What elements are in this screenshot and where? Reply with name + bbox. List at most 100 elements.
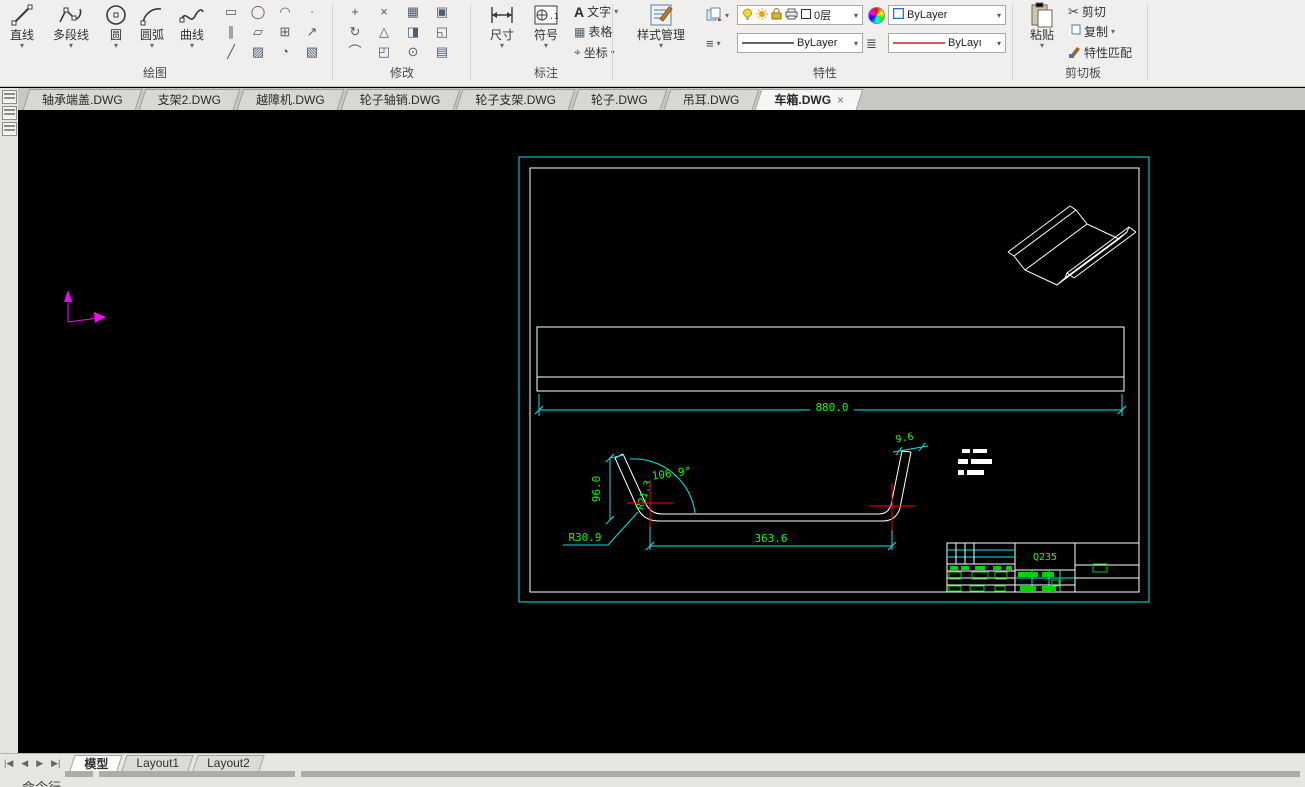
side-toolbar-icon-1[interactable] xyxy=(2,90,17,104)
text-icon: A xyxy=(574,3,585,20)
erase-icon[interactable]: ⊙ xyxy=(400,42,426,61)
array-icon[interactable]: ▦ xyxy=(400,2,426,21)
trim-icon[interactable]: × xyxy=(371,2,397,21)
tech-note-marks xyxy=(958,449,992,475)
line-tool-button[interactable]: 直线 ▾ xyxy=(4,0,40,62)
drawing-canvas[interactable]: 880.0 96.0 106.9° R21.3 R30.9 363.6 9.6 … xyxy=(18,110,1305,753)
polyline-tool-button[interactable]: 多段线 ▾ xyxy=(42,0,100,62)
file-tab-5[interactable]: 轮子支架.DWG xyxy=(459,89,572,110)
lineweight-icon[interactable]: ≣ xyxy=(866,36,877,52)
parallel-icon[interactable]: ∥ xyxy=(218,22,244,41)
side-toolbar-icon-3[interactable] xyxy=(2,122,17,136)
spline-tool-button[interactable]: 曲线 ▾ xyxy=(172,0,212,62)
mirror-icon[interactable]: △ xyxy=(371,22,397,41)
hatch-icon[interactable]: ▨ xyxy=(245,42,271,61)
match-properties-button[interactable]: 特性匹配 xyxy=(1068,44,1132,61)
side-toolbar-icon-2[interactable] xyxy=(2,106,17,120)
prev-tab-arrow-icon[interactable]: ◀ xyxy=(17,758,32,769)
layout1-tab[interactable]: Layout1 xyxy=(124,755,191,771)
layer-dropdown[interactable]: 0层 ▾ xyxy=(737,5,863,25)
symbol-icon: .1 xyxy=(533,2,559,28)
side-toolbar xyxy=(0,88,18,753)
gradient-icon[interactable]: ▧ xyxy=(299,42,325,61)
circle-tool-button[interactable]: 圆 ▾ xyxy=(100,0,132,62)
edit-polyline-icon[interactable]: ▤ xyxy=(429,42,455,61)
scrollbar-segment[interactable] xyxy=(65,771,93,777)
paste-icon xyxy=(1030,2,1054,28)
annotation-scale-button[interactable]: ▾ xyxy=(706,7,729,24)
printer-icon xyxy=(785,8,798,23)
plot-style-dropdown[interactable]: ByLayı ▾ xyxy=(888,33,1006,53)
file-tab-1[interactable]: 轴承端盖.DWG xyxy=(26,89,139,110)
close-icon[interactable]: × xyxy=(837,93,844,107)
dim-96: 96.0 xyxy=(590,453,625,525)
plot-style-sample xyxy=(893,37,945,49)
fillet-icon[interactable]: ⌒ xyxy=(342,42,368,61)
arc-tool-button[interactable]: 圆弧 ▾ xyxy=(132,0,172,62)
symbol-button[interactable]: .1 符号 ▾ xyxy=(526,0,566,62)
table-tool[interactable]: ▦ 表格 xyxy=(574,23,612,40)
scale-icon[interactable]: ◱ xyxy=(429,22,455,41)
offset-icon[interactable]: ◨ xyxy=(400,22,426,41)
rectangle-icon[interactable]: ▭ xyxy=(218,2,244,21)
ray-icon[interactable]: ↗ xyxy=(299,22,325,41)
dimension-button[interactable]: 尺寸 ▾ xyxy=(482,0,522,62)
coordinate-tool[interactable]: ⌖ 坐标 ▾ xyxy=(574,44,615,61)
construction-line-icon[interactable]: ╱ xyxy=(218,42,244,61)
file-tab-4[interactable]: 轮子轴销.DWG xyxy=(344,89,457,110)
linetype-dropdown[interactable]: ByLayer ▾ xyxy=(737,33,863,53)
copy-icon xyxy=(1068,24,1081,40)
next-tab-arrow-icon[interactable]: ▶ xyxy=(32,758,47,769)
color-swatch xyxy=(892,7,905,22)
file-tab-active[interactable]: 车箱.DWG × xyxy=(758,89,860,110)
line-icon xyxy=(11,2,33,28)
explode-icon[interactable]: ▣ xyxy=(429,2,455,21)
file-tab-6[interactable]: 轮子.DWG xyxy=(575,89,664,110)
region-icon[interactable]: ▱ xyxy=(245,22,271,41)
dimension-icon xyxy=(489,2,515,28)
dim-96-label: 96.0 xyxy=(590,476,603,503)
panel-divider xyxy=(1147,4,1148,80)
first-tab-arrow-icon[interactable]: |◀ xyxy=(0,758,17,769)
dim-r30-label: R30.9 xyxy=(568,531,601,544)
scrollbar-segment[interactable] xyxy=(99,771,295,777)
pages-icon xyxy=(706,7,722,24)
dim-880: 880.0 xyxy=(534,394,1127,416)
spline-icon xyxy=(179,2,205,28)
menu-icon: ≡ xyxy=(706,36,714,51)
rotate-icon[interactable]: ↻ xyxy=(342,22,368,41)
model-tab[interactable]: 模型 xyxy=(72,755,120,771)
file-tab-7[interactable]: 吊耳.DWG xyxy=(667,89,756,110)
copy-button[interactable]: 复制 ▾ xyxy=(1068,23,1115,40)
annotate-panel-label: 标注 xyxy=(533,66,558,80)
layout2-tab[interactable]: Layout2 xyxy=(195,755,262,771)
style-manager-button[interactable]: 样式管理 ▾ xyxy=(626,0,696,62)
match-properties-icon xyxy=(1068,45,1081,61)
point-icon[interactable]: · xyxy=(299,2,325,21)
file-tab-2[interactable]: 支架2.DWG xyxy=(142,89,237,110)
dim-r30: R30.9 xyxy=(563,511,639,546)
file-tab-3[interactable]: 越障机.DWG xyxy=(240,89,341,110)
paste-button[interactable]: 粘贴 ▾ xyxy=(1022,0,1062,62)
last-tab-arrow-icon[interactable]: ▶| xyxy=(47,758,64,769)
block-icon[interactable]: ⊞ xyxy=(272,22,298,41)
ellipse-icon[interactable]: ◯ xyxy=(245,2,271,21)
draw-extra-tools-grid: ▭ ◯ ◠ · ∥ ▱ ⊞ ↗ ╱ ▨ ◔ ▧ xyxy=(218,2,330,62)
revision-cloud-icon[interactable]: ◔ xyxy=(272,42,298,61)
dim-880-label: 880.0 xyxy=(815,401,848,414)
stretch-icon[interactable]: ◰ xyxy=(371,42,397,61)
arc-segment-icon[interactable]: ◠ xyxy=(272,2,298,21)
polyline-icon xyxy=(58,2,84,28)
scrollbar-segment[interactable] xyxy=(301,771,1300,777)
color-wheel-icon[interactable] xyxy=(868,7,885,24)
autocad-window: 直线 ▾ 多段线 ▾ 圆 ▾ 圆弧 ▾ 曲线 ▾ ▭ ◯ ◠ · ∥ ▱ ⊞ ↗… xyxy=(0,0,1305,787)
panel-divider xyxy=(612,4,613,80)
panel-divider xyxy=(332,4,333,80)
style-manager-icon xyxy=(648,2,674,28)
move-icon[interactable]: + xyxy=(342,2,368,21)
cut-button[interactable]: ✂ 剪切 xyxy=(1068,3,1106,20)
panel-divider xyxy=(1012,4,1013,80)
drawing-svg: 880.0 96.0 106.9° R21.3 R30.9 363.6 9.6 … xyxy=(64,156,1150,603)
object-color-dropdown[interactable]: ByLayer ▾ xyxy=(888,5,1006,25)
list-button[interactable]: ≡ ▾ xyxy=(706,36,721,51)
